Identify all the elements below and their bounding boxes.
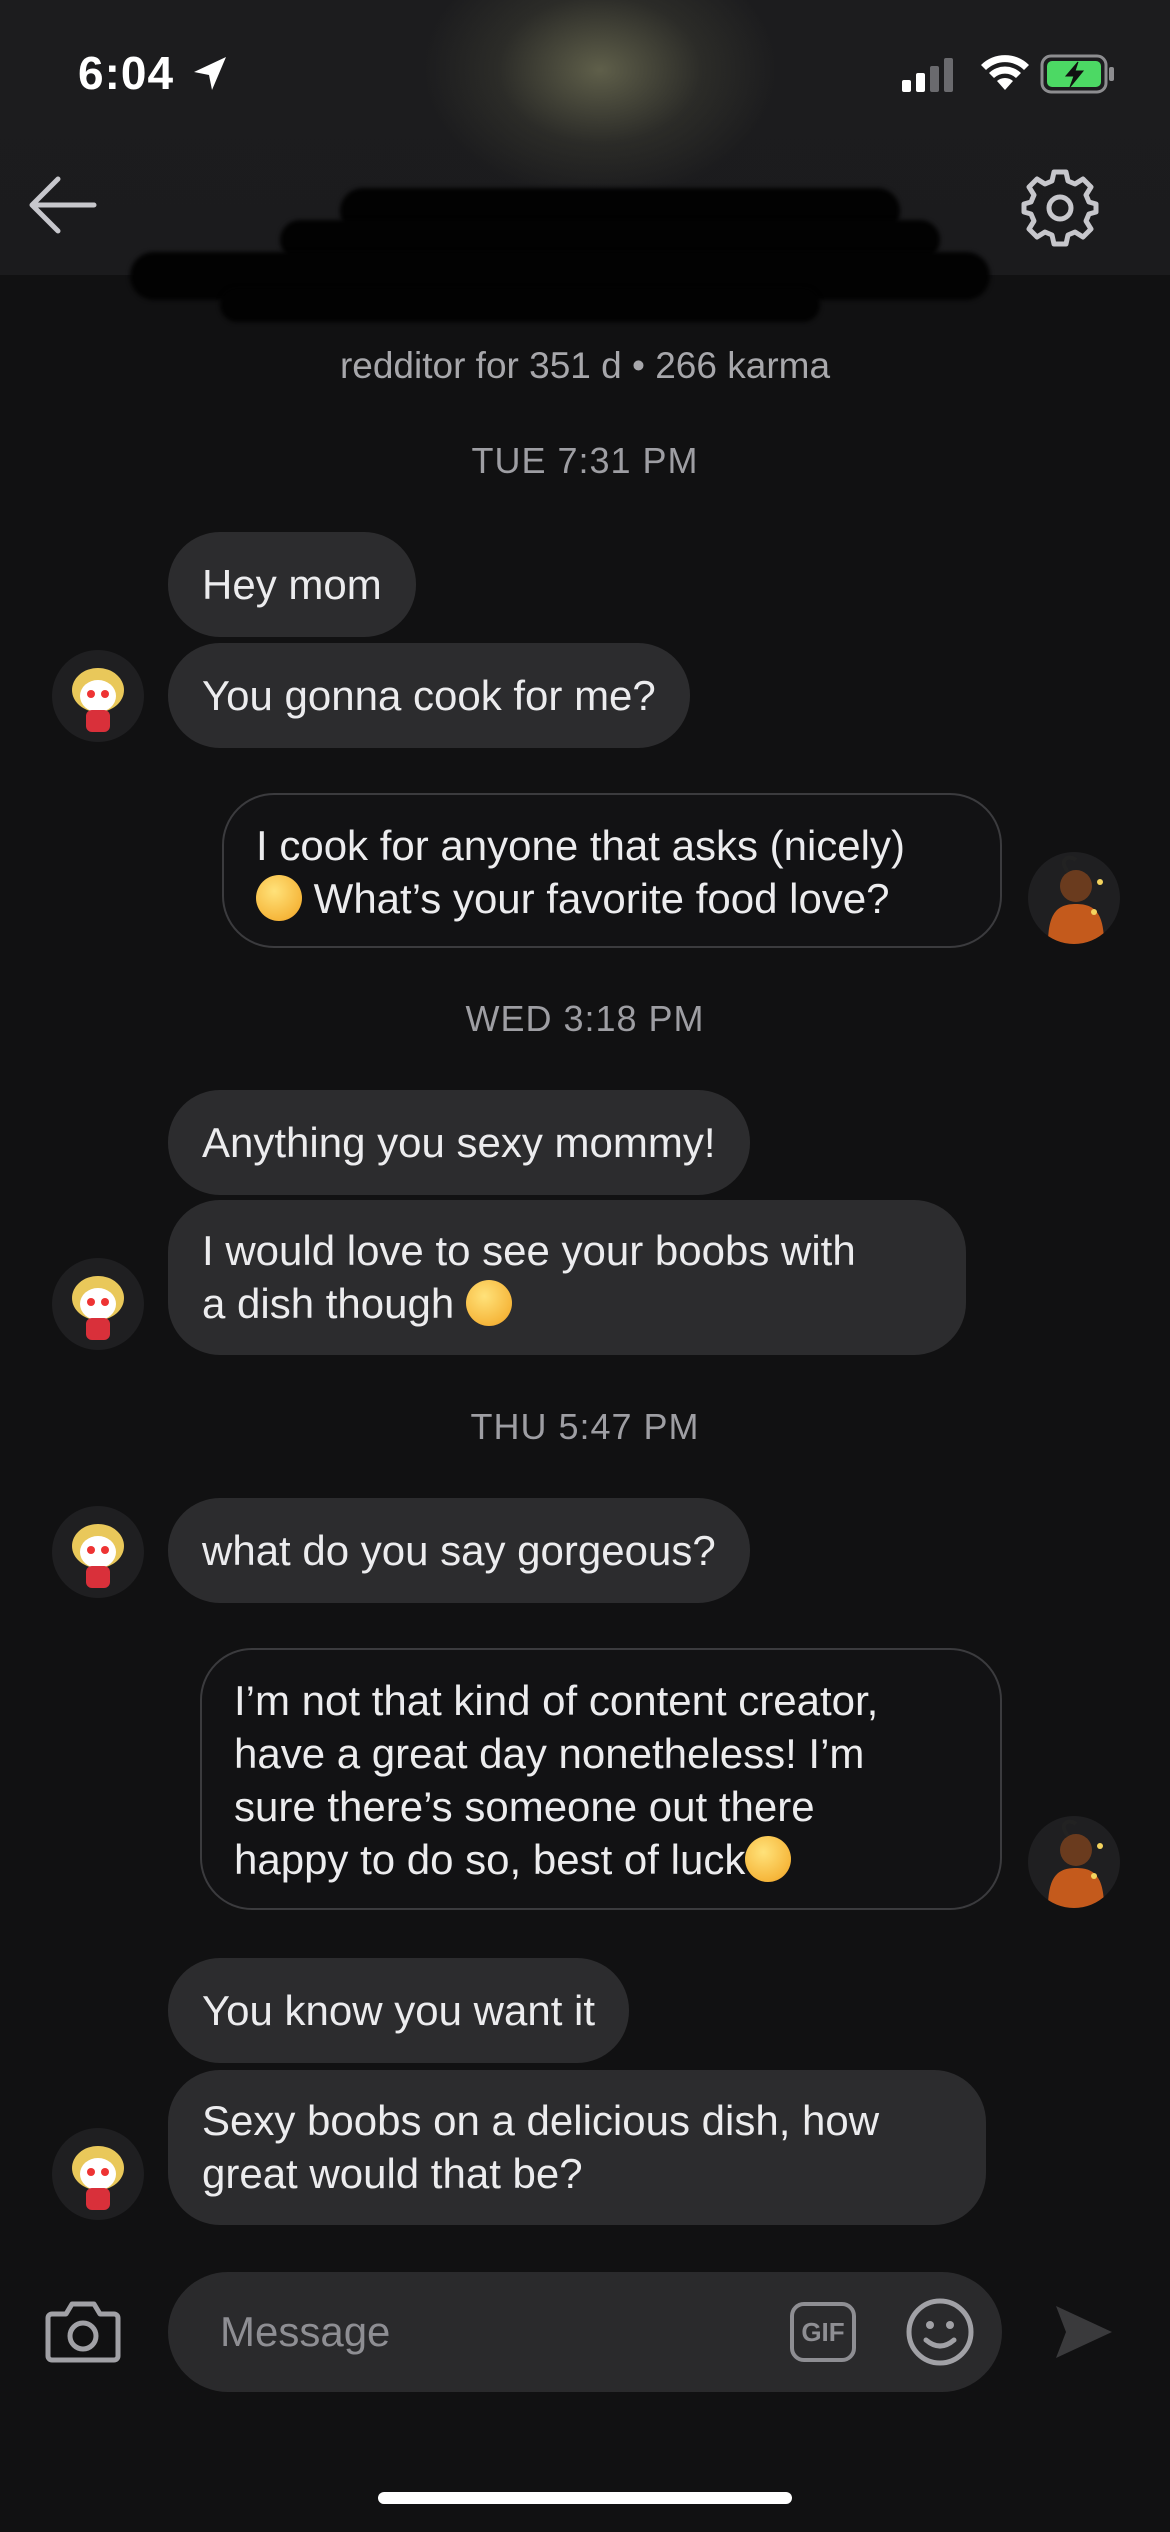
message-line: Sexy boobs on a delicious dish, how bbox=[202, 2097, 880, 2144]
arrow-left-icon[interactable] bbox=[22, 170, 102, 240]
message-line-with-emoji: a dish though bbox=[202, 1277, 932, 1330]
message-line: sure there’s someone out there bbox=[234, 1783, 815, 1830]
message-composer[interactable]: Message GIF bbox=[168, 2272, 1002, 2392]
home-indicator bbox=[378, 2492, 792, 2504]
gear-icon[interactable] bbox=[1020, 168, 1100, 248]
message-input[interactable]: Message bbox=[220, 2308, 390, 2356]
snoo-avatar-icon bbox=[72, 1276, 124, 1340]
message-line-with-emoji: What’s your favorite food love? bbox=[256, 872, 968, 925]
incoming-message[interactable]: You know you want it bbox=[168, 1958, 630, 2063]
message-line: a dish though bbox=[202, 1280, 455, 1327]
snoo-avatar-icon bbox=[72, 2146, 124, 2210]
cellular-signal-icon bbox=[902, 58, 953, 92]
message-line: I would love to see your boobs with bbox=[202, 1227, 856, 1274]
wifi-icon bbox=[981, 55, 1029, 90]
snoo-avatar-icon bbox=[1048, 1819, 1104, 1908]
date-divider: WED 3:18 PM bbox=[465, 998, 705, 1039]
incoming-message[interactable]: Sexy boobs on a delicious dish, how grea… bbox=[168, 2070, 986, 2225]
incoming-message[interactable]: I would love to see your boobs with a di… bbox=[168, 1200, 966, 1355]
slight-smile-emoji-icon bbox=[745, 1836, 792, 1882]
send-icon[interactable] bbox=[1052, 2302, 1116, 2362]
status-bar: 6:04 bbox=[0, 0, 1170, 150]
date-divider: THU 5:47 PM bbox=[470, 1406, 700, 1447]
date-divider: TUE 7:31 PM bbox=[471, 440, 699, 481]
own-avatar[interactable] bbox=[1028, 1816, 1120, 1908]
yum-face-emoji-icon bbox=[465, 1280, 512, 1326]
snoo-avatar-icon bbox=[72, 668, 124, 732]
message-line: have a great day nonetheless! I’m bbox=[234, 1730, 865, 1777]
user-meta: redditor for 351 d • 266 karma bbox=[339, 345, 831, 386]
message-line: I cook for anyone that asks (nicely) bbox=[256, 822, 905, 869]
own-avatar[interactable] bbox=[1028, 852, 1120, 944]
redacted-username bbox=[130, 170, 1010, 322]
halo-smile-emoji-icon bbox=[256, 875, 302, 921]
emoji-picker-icon[interactable] bbox=[904, 2296, 976, 2368]
camera-icon[interactable] bbox=[44, 2296, 122, 2366]
snoo-avatar-icon bbox=[72, 1524, 124, 1588]
message-line: What’s your favorite food love? bbox=[313, 875, 890, 922]
message-line: I’m not that kind of content creator, bbox=[234, 1677, 879, 1724]
sender-avatar[interactable] bbox=[52, 1506, 144, 1598]
outgoing-message[interactable]: I’m not that kind of content creator, ha… bbox=[200, 1648, 1002, 1910]
incoming-message[interactable]: Anything you sexy mommy! bbox=[168, 1090, 750, 1195]
snoo-avatar-icon bbox=[1048, 855, 1104, 944]
message-line: happy to do so, best of luck bbox=[234, 1836, 746, 1883]
message-line: great would that be? bbox=[202, 2150, 583, 2197]
status-time: 6:04 bbox=[78, 47, 175, 99]
sender-avatar[interactable] bbox=[52, 650, 144, 742]
outgoing-message[interactable]: I cook for anyone that asks (nicely) Wha… bbox=[222, 793, 1002, 948]
sender-avatar[interactable] bbox=[52, 2128, 144, 2220]
location-arrow-icon bbox=[194, 57, 226, 90]
incoming-message[interactable]: what do you say gorgeous? bbox=[168, 1498, 750, 1603]
gif-button[interactable]: GIF bbox=[790, 2302, 856, 2362]
battery-charging-icon bbox=[1040, 54, 1114, 94]
incoming-message[interactable]: You gonna cook for me? bbox=[168, 643, 690, 748]
message-line-with-emoji: happy to do so, best of luck bbox=[234, 1833, 968, 1886]
sender-avatar[interactable] bbox=[52, 1258, 144, 1350]
incoming-message[interactable]: Hey mom bbox=[168, 532, 416, 637]
